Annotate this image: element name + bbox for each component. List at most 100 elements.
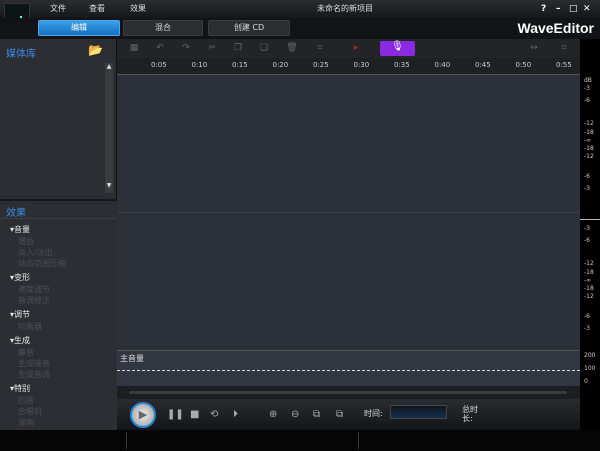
pause-button[interactable]: ❚❚ (167, 409, 184, 420)
effect-item[interactable]: 合唱机 (18, 406, 42, 417)
zoom-fit-icon[interactable]: ⧉ (336, 409, 343, 420)
master-volume-label: 主音量 (120, 354, 144, 363)
db-scale-label: -12 (584, 120, 594, 127)
db-scale-label: -3 (584, 185, 590, 192)
media-scrollbar[interactable]: ▲ ▼ (105, 63, 113, 193)
db-scale-label: -12 (584, 260, 594, 267)
marker-icon[interactable]: ▸ (349, 42, 363, 54)
crop-icon[interactable]: ⌗ (313, 42, 327, 54)
play-selection-button[interactable]: ⏵ (233, 409, 238, 420)
fit-all-icon[interactable]: ⌗ (557, 42, 571, 54)
effect-category-label: 特别 (14, 384, 31, 393)
master-volume-track[interactable]: 主音量 (117, 350, 580, 386)
db-scale-label: -18 (584, 269, 594, 276)
db-scale-label: -12 (584, 293, 594, 300)
ruler-tick-label: 0:55 (556, 61, 572, 69)
effect-item[interactable]: 生成噪音 (18, 358, 50, 369)
brand-logo: WaveEditor (517, 20, 595, 36)
effect-item[interactable]: 增益 (18, 236, 34, 247)
mode-tabs: 编辑 混合 创建 CD (0, 18, 600, 39)
db-scale-label: -18 (584, 285, 594, 292)
effect-category[interactable]: ▾调节 (10, 309, 30, 320)
db-scale-label: -∞ (584, 277, 592, 284)
maximize-button[interactable]: □ (569, 4, 578, 14)
zoom-out-icon[interactable]: ⊖ (291, 409, 299, 420)
window-title: 未命名的新项目 (317, 4, 373, 13)
waveform-area[interactable] (117, 75, 580, 350)
undo-icon[interactable]: ↶ (153, 42, 167, 54)
timeline-ruler[interactable]: 0:05 0:10 0:15 0:20 0:25 0:30 0:35 0:40 0:45 0:50… (117, 58, 580, 75)
effect-category[interactable]: ▾生成 (10, 335, 30, 346)
import-folder-icon[interactable]: 📂 (88, 43, 103, 57)
effect-item[interactable]: 动态范围压缩 (18, 258, 66, 269)
media-library-title: 媒体库 (6, 49, 36, 60)
effect-item[interactable]: 静音 (18, 347, 34, 358)
effect-item[interactable]: 均衡器 (18, 321, 42, 332)
total-duration-label: 总时长: (462, 405, 478, 423)
effect-item[interactable]: 回音 (18, 395, 34, 406)
effect-category[interactable]: ▾特别 (10, 383, 30, 394)
db-scale-label: -12 (584, 153, 594, 160)
tab-mix[interactable]: 混合 (123, 20, 203, 36)
title-bar: 文件 查看 效果 未命名的新项目 ? – □ ✕ (0, 0, 600, 33)
loop-button[interactable]: ⟲ (210, 409, 218, 420)
volume-scale-label: 0 (584, 378, 588, 385)
db-scale-label: -3 (584, 325, 590, 332)
effect-category[interactable]: ▾音量 (10, 224, 30, 235)
level-meter: dB -3 -6 -12 -18 -∞ -18 -12 -6 -3 -3 -6 -12 -18 -∞ -18… (580, 75, 600, 385)
ruler-tick-label: 0:45 (475, 61, 491, 69)
help-button[interactable]: ? (541, 4, 546, 14)
minimize-button[interactable]: – (556, 4, 561, 14)
zoom-selection-icon[interactable]: ⧉ (313, 409, 320, 420)
effect-item[interactable]: 音调修正 (18, 295, 50, 306)
effects-title: 效果 (6, 208, 26, 219)
ruler-tick-label: 0:20 (272, 61, 289, 69)
db-scale-label: -18 (584, 129, 594, 136)
time-label: 时间: (364, 409, 383, 418)
paste-icon[interactable]: ❏ (257, 42, 271, 54)
db-scale-label: -6 (584, 313, 590, 320)
effect-category-label: 调节 (14, 310, 31, 319)
ruler-tick-label: 0:25 (313, 61, 329, 69)
effect-category[interactable]: ▾变形 (10, 272, 30, 283)
db-scale-label: -3 (584, 225, 590, 232)
redo-icon[interactable]: ↷ (179, 42, 193, 54)
record-button[interactable]: 🎙 (380, 41, 415, 56)
volume-scale-label: 100 (584, 365, 596, 372)
zoom-in-icon[interactable]: ⊕ (269, 409, 277, 420)
stop-button[interactable]: ■ (190, 409, 199, 420)
fit-width-icon[interactable]: ↔ (527, 42, 541, 54)
db-scale-label: -6 (584, 237, 590, 244)
ruler-tick-label: 0:50 (515, 61, 532, 69)
ruler-tick-label: 0:35 (394, 61, 410, 69)
effect-item[interactable]: 速度调节 (18, 284, 50, 295)
copy-icon[interactable]: ❐ (231, 42, 245, 54)
edit-toolbar: ▦ ↶ ↷ ✂ ❐ ❏ 🗑 ⌗ ▸ 🎙 ↔ ⌗ (117, 39, 580, 58)
tab-edit[interactable]: 编辑 (38, 20, 120, 36)
microphone-icon: 🎙 (391, 41, 404, 52)
effect-category-label: 生成 (14, 336, 31, 345)
effect-item[interactable]: 生成音调 (18, 369, 50, 380)
ruler-tick-label: 0:10 (191, 61, 208, 69)
tab-create-cd[interactable]: 创建 CD (208, 20, 290, 36)
effect-item[interactable]: 混响 (18, 417, 34, 428)
transport-bar: ▶ ❚❚ ■ ⟲ ⏵ ⊕ ⊖ ⧉ ⧉ 时间: 总时长: (117, 399, 580, 430)
volume-envelope-line[interactable] (117, 370, 580, 371)
db-scale-label: -6 (584, 173, 590, 180)
effect-category-label: 音量 (14, 225, 31, 234)
delete-icon[interactable]: 🗑 (285, 42, 299, 54)
ruler-tick-label: 0:15 (232, 61, 248, 69)
time-display (390, 405, 447, 419)
ruler-tick-label: 0:40 (434, 61, 451, 69)
ruler-tick-label: 0:30 (353, 61, 370, 69)
play-button[interactable]: ▶ (130, 402, 156, 428)
effect-category-label: 变形 (14, 273, 31, 282)
db-scale-label: -∞ (584, 137, 592, 144)
cut-icon[interactable]: ✂ (205, 42, 219, 54)
effect-item[interactable]: 淡入/淡出 (18, 247, 53, 258)
close-button[interactable]: ✕ (583, 4, 591, 14)
horizontal-scrollbar[interactable] (117, 386, 580, 399)
db-scale-label: -6 (584, 97, 590, 104)
save-icon[interactable]: ▦ (127, 42, 141, 54)
ruler-tick-label: 0:05 (151, 61, 167, 69)
